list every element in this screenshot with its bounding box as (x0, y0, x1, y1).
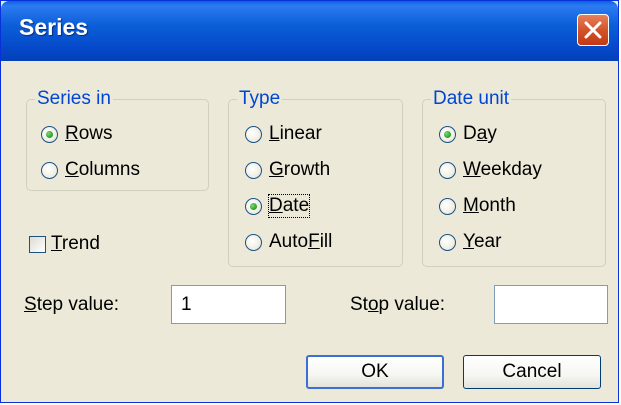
dialog-title: Series (19, 14, 89, 40)
radio-label: Month (463, 195, 516, 216)
radio-label: Linear (269, 123, 322, 144)
radio-autofill[interactable]: AutoFill (245, 229, 332, 255)
radio-button[interactable] (245, 125, 262, 143)
ok-button[interactable]: OK (306, 355, 444, 389)
date-unit-label: Date unit (431, 88, 512, 110)
radio-button[interactable] (41, 161, 58, 179)
radio-button[interactable] (439, 125, 456, 143)
radio-button[interactable] (439, 233, 456, 251)
stop-value-input[interactable] (494, 285, 608, 324)
title-bar[interactable]: Series (1, 1, 618, 61)
radio-columns[interactable]: Columns (41, 157, 140, 183)
radio-button[interactable] (439, 161, 456, 179)
trend-checkbox-row[interactable]: Trend (29, 233, 100, 255)
radio-button[interactable] (245, 197, 262, 215)
radio-label: Weekday (463, 159, 542, 180)
cancel-button[interactable]: Cancel (463, 355, 601, 389)
radio-day[interactable]: Day (439, 121, 497, 147)
date-unit-group: Date unit Day Weekday Month Year (422, 88, 606, 267)
radio-rows[interactable]: Rows (41, 121, 113, 147)
stop-value-label: Stop value: (350, 294, 446, 315)
trend-checkbox[interactable] (29, 235, 46, 253)
radio-button[interactable] (439, 197, 456, 215)
radio-label: Day (463, 123, 497, 144)
radio-weekday[interactable]: Weekday (439, 157, 542, 183)
radio-label: AutoFill (269, 231, 333, 252)
close-button[interactable] (577, 14, 609, 46)
radio-label: Year (463, 231, 502, 252)
radio-button[interactable] (245, 161, 262, 179)
radio-month[interactable]: Month (439, 193, 516, 219)
trend-label: Trend (51, 233, 100, 254)
radio-label: Date (267, 194, 311, 218)
radio-button[interactable] (41, 125, 58, 143)
type-group: Type Linear Growth Date AutoFill (228, 88, 403, 267)
radio-label: Rows (65, 123, 113, 144)
series-in-label: Series in (35, 88, 113, 110)
radio-date[interactable]: Date (245, 193, 311, 219)
radio-label: Growth (269, 159, 331, 180)
dialog-body: Series in Rows Columns Type Linear Growt… (4, 61, 615, 399)
series-in-group: Series in Rows Columns (26, 88, 209, 191)
step-value-label: Step value: (24, 294, 120, 315)
close-icon (584, 21, 602, 39)
step-value-input[interactable]: 1 (171, 285, 286, 324)
radio-year[interactable]: Year (439, 229, 501, 255)
radio-button[interactable] (245, 233, 262, 251)
radio-linear[interactable]: Linear (245, 121, 322, 147)
type-label: Type (237, 88, 283, 110)
series-dialog: Series Series in Rows Columns Type Linea… (0, 0, 619, 403)
radio-label: Columns (65, 159, 140, 180)
radio-growth[interactable]: Growth (245, 157, 330, 183)
